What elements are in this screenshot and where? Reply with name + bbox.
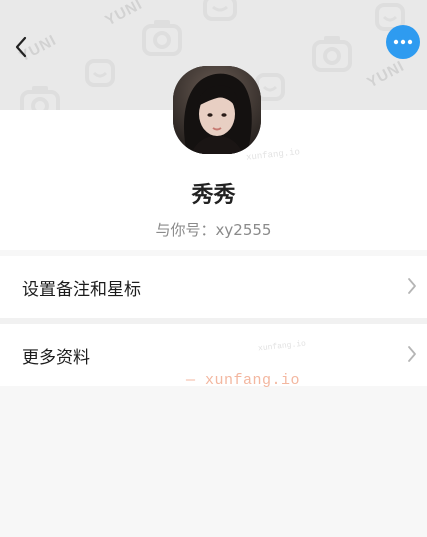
- menu-row-label: 更多资料: [22, 347, 90, 368]
- menu-row-label: 设置备注和星标: [22, 279, 141, 300]
- avatar-photo: [173, 66, 261, 154]
- chevron-right-icon: [408, 278, 416, 294]
- watermark-text: — xunfang.io: [186, 372, 301, 389]
- smile-pattern-icon: [85, 59, 115, 87]
- smile-pattern-icon: [203, 0, 237, 21]
- avatar[interactable]: [173, 66, 261, 154]
- camera-pattern-icon: [312, 36, 352, 72]
- camera-pattern-icon: [20, 86, 60, 110]
- more-horizontal-icon: [393, 39, 413, 45]
- more-options-button[interactable]: [386, 25, 420, 59]
- profile-account-id: 与你号：xy2555: [155, 221, 272, 239]
- camera-pattern-icon: [142, 20, 182, 56]
- profile-name: 秀秀: [191, 183, 236, 208]
- pattern-watermark-text: YUNI: [364, 57, 408, 92]
- chevron-left-icon: [15, 36, 27, 58]
- back-button[interactable]: [6, 30, 36, 64]
- menu-row-remark-star[interactable]: 设置备注和星标: [0, 256, 427, 318]
- chevron-right-icon: [408, 346, 416, 362]
